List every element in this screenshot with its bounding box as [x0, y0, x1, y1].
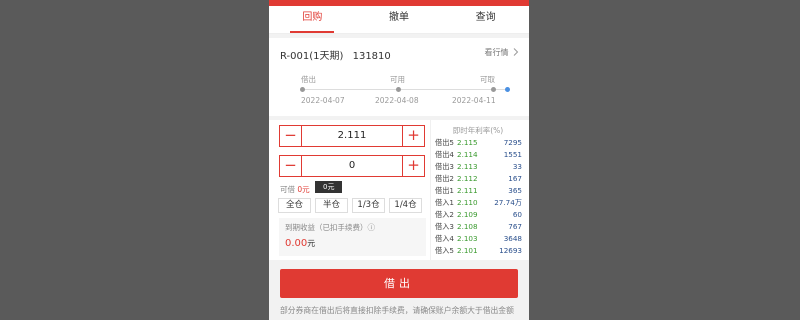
timeline-dot: [396, 87, 401, 92]
timeline-dot: [491, 87, 496, 92]
rate-row-rate: 2.115: [457, 138, 478, 147]
rate-input[interactable]: 2.111: [302, 126, 402, 146]
income-value: 0.00: [285, 238, 308, 249]
rate-rows: 借出5 2.115 7295 借出4 2.114 1551 借出3 2.113 33 借出2 2.1…: [431, 137, 525, 257]
timeline-date-lend: 2022-04-07: [301, 96, 345, 105]
position-third-button[interactable]: 1/3仓: [352, 198, 385, 213]
product-info: R-001(1天期) 131810 看行情 借出 可用 可取 2022-04-0…: [269, 38, 529, 116]
product-name: R-001(1天期): [280, 51, 344, 62]
tab-bar: 回购 撤单 查询: [269, 6, 529, 34]
rate-row[interactable]: 借入4 2.103 3648: [431, 233, 525, 245]
timeline-dot-current: [505, 87, 510, 92]
income-box: 到期收益（已扣手续费）ⓘ 0.00元: [279, 218, 426, 256]
rate-row-rate: 2.109: [457, 210, 478, 219]
rate-row-rate: 2.114: [457, 150, 478, 159]
available-amount: 可借 0元: [280, 184, 310, 195]
tab-query[interactable]: 查询: [442, 6, 529, 33]
rate-row[interactable]: 借入3 2.108 767: [431, 221, 525, 233]
timeline-line: [304, 89, 507, 90]
rate-row-rate: 2.108: [457, 222, 478, 231]
rate-minus-button[interactable]: −: [280, 126, 302, 146]
rate-row-name: 借出2: [435, 174, 454, 183]
rate-row-name: 借出5: [435, 138, 454, 147]
rate-row[interactable]: 借入1 2.110 27.74万: [431, 197, 525, 209]
rate-row-name: 借入2: [435, 210, 454, 219]
timeline-dot: [300, 87, 305, 92]
rate-row[interactable]: 借出5 2.115 7295: [431, 137, 525, 149]
position-buttons: 全仓 半仓 1/3仓 1/4仓: [278, 198, 422, 213]
rate-plus-button[interactable]: +: [402, 126, 424, 146]
tab-repo[interactable]: 回购: [269, 6, 356, 33]
rate-row-rate: 2.111: [457, 186, 478, 195]
rate-row-volume: 767: [508, 222, 522, 231]
available-label: 可借: [280, 185, 295, 194]
rate-row-volume: 167: [508, 174, 522, 183]
available-value: 0元: [297, 185, 310, 194]
income-unit: 元: [307, 239, 316, 248]
rate-row[interactable]: 借出1 2.111 365: [431, 185, 525, 197]
rate-table-header: 即时年利率(%): [452, 126, 504, 135]
amount-input[interactable]: 0: [302, 156, 402, 176]
position-full-button[interactable]: 全仓: [278, 198, 311, 213]
rate-row-volume: 33: [512, 162, 522, 171]
rate-row-name: 借入4: [435, 234, 454, 243]
product-code: 131810: [352, 51, 391, 62]
position-quarter-button[interactable]: 1/4仓: [389, 198, 422, 213]
amount-minus-button[interactable]: −: [280, 156, 302, 176]
chevron-right-icon: [513, 48, 519, 56]
rate-row-name: 借入1: [435, 198, 454, 207]
income-label: 到期收益（已扣手续费）ⓘ: [285, 223, 375, 232]
rate-row-volume: 365: [508, 186, 522, 195]
tab-cancel-order[interactable]: 撤单: [356, 6, 443, 33]
rate-row-volume: 3648: [503, 234, 522, 243]
lend-button[interactable]: 借出: [280, 269, 518, 298]
rate-row-name: 借入3: [435, 222, 454, 231]
timeline-label-available: 可用: [390, 75, 405, 84]
rate-row[interactable]: 借出4 2.114 1551: [431, 149, 525, 161]
rate-row-rate: 2.110: [457, 198, 478, 207]
view-market-label: 看行情: [484, 48, 509, 57]
rate-row-rate: 2.112: [457, 174, 478, 183]
amount-tooltip: 0元: [315, 181, 343, 193]
product-title: R-001(1天期) 131810: [280, 47, 397, 62]
amount-stepper: − 0 +: [279, 155, 425, 177]
income-value-line: 0.00元: [285, 238, 420, 249]
rate-row-volume: 12693: [499, 246, 522, 255]
rate-stepper: − 2.111 +: [279, 125, 425, 147]
rate-row-rate: 2.103: [457, 234, 478, 243]
rate-row-name: 借出4: [435, 150, 454, 159]
rate-row-name: 借出1: [435, 186, 454, 195]
phone-screen: 回购 撤单 查询 R-001(1天期) 131810 看行情 借出 可用 可取 …: [269, 0, 529, 320]
timeline-date-available: 2022-04-08: [375, 96, 419, 105]
position-half-button[interactable]: 半仓: [315, 198, 348, 213]
order-panel: − 2.111 + − 0 + 可借 0元 0元 全仓 半仓 1/3仓 1/4仓…: [269, 120, 529, 260]
rate-row-name: 借入5: [435, 246, 454, 255]
timeline-date-withdrawable: 2022-04-11: [452, 96, 496, 105]
rate-row[interactable]: 借出2 2.112 167: [431, 173, 525, 185]
fee-note: 部分券商在借出后将直接扣除手续费，请确保账户余额大于借出金额: [280, 306, 514, 315]
rate-row-volume: 1551: [503, 150, 522, 159]
rate-row-volume: 60: [512, 210, 522, 219]
view-market-link[interactable]: 看行情: [484, 47, 519, 58]
amount-plus-button[interactable]: +: [402, 156, 424, 176]
rate-row[interactable]: 借入5 2.101 12693: [431, 245, 525, 257]
rate-row[interactable]: 借入2 2.109 60: [431, 209, 525, 221]
rate-table: 即时年利率(%) 借出5 2.115 7295 借出4 2.114 1551 借出3 2.11…: [430, 120, 525, 260]
timeline-label-lend: 借出: [301, 75, 316, 84]
rate-row-rate: 2.113: [457, 162, 478, 171]
rate-row[interactable]: 借出3 2.113 33: [431, 161, 525, 173]
rate-row-rate: 2.101: [457, 246, 478, 255]
rate-row-volume: 27.74万: [494, 198, 522, 207]
rate-row-volume: 7295: [503, 138, 522, 147]
rate-row-name: 借出3: [435, 162, 454, 171]
timeline-label-withdrawable: 可取: [480, 75, 495, 84]
